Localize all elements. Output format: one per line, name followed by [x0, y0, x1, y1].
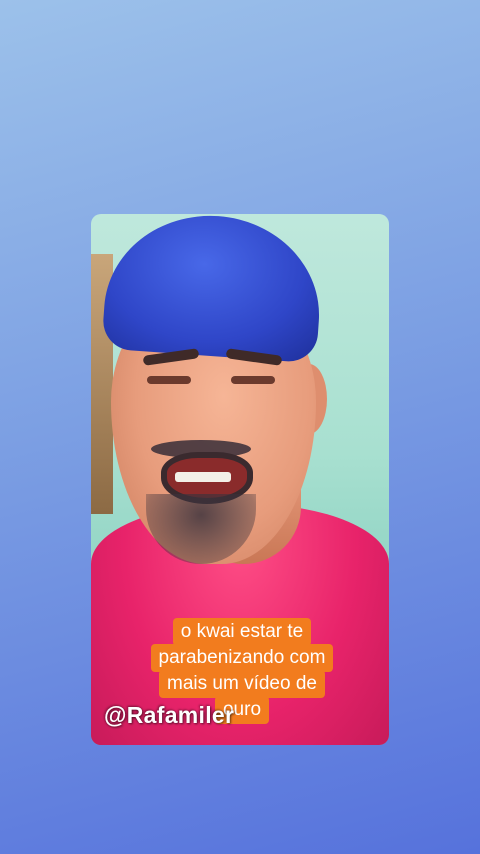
person-eye-right — [231, 376, 275, 384]
caption-line: parabenizando com — [150, 644, 334, 672]
caption-line: mais um vídeo de — [159, 670, 325, 698]
caption-line: o kwai estar te — [172, 618, 312, 646]
username-watermark: @Rafamiler — [104, 702, 235, 728]
person-eye-left — [147, 376, 191, 384]
person-teeth — [175, 472, 231, 482]
person-cap — [101, 214, 326, 364]
